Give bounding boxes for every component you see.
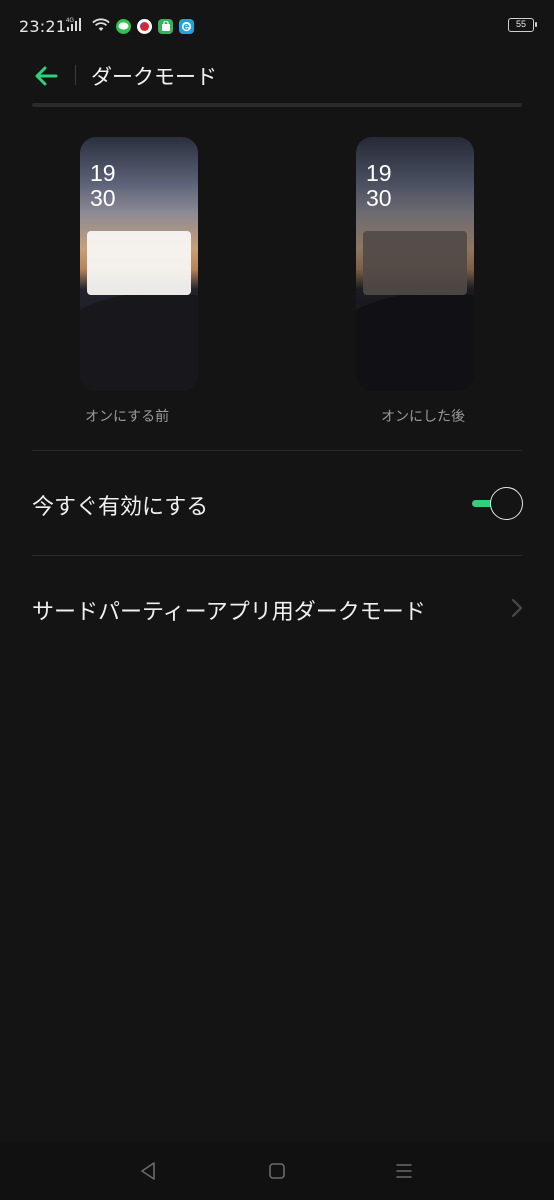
preview-hill (80, 292, 198, 391)
back-triangle-icon (141, 1162, 155, 1180)
header-divider (32, 103, 522, 107)
preview-before-minute: 30 (90, 185, 116, 211)
back-button[interactable] (28, 58, 64, 94)
menu-lines-icon (396, 1164, 412, 1178)
preview-after-caption: オンにした後 (381, 409, 465, 425)
enable-now-label: 今すぐ有効にする (32, 495, 209, 520)
network-type-text: 4G (66, 18, 74, 24)
preview-after-hour: 19 (366, 160, 392, 186)
preview-after-card (363, 231, 467, 295)
status-icons: 4G (66, 15, 194, 37)
status-time: 23:21 (19, 17, 67, 36)
e-app-icon (179, 18, 194, 34)
preview-after-minute: 30 (366, 185, 392, 211)
nav-back-button[interactable] (136, 1159, 160, 1183)
home-square-icon (269, 1163, 285, 1179)
signal-icon: 4G (66, 16, 86, 36)
arrow-left-icon (35, 66, 58, 86)
preview-after-clock: 19 30 (366, 161, 392, 211)
wifi-icon (92, 17, 110, 36)
nav-home-button[interactable] (265, 1159, 289, 1183)
line-icon (116, 18, 131, 34)
preview-hill (356, 292, 474, 391)
dark-mode-settings-screen: 23:21 4G 55 ダークモード 19 30 オンにする前 19 30 オン… (0, 0, 554, 1200)
third-party-label: サードパーティーアプリ用ダークモード (32, 600, 426, 625)
status-bar: 23:21 4G 55 (0, 0, 554, 52)
preview-before-hour: 19 (90, 160, 116, 186)
chevron-right-icon (511, 598, 523, 618)
preview-before-image: 19 30 (80, 137, 198, 391)
section-divider (32, 450, 522, 451)
nav-recents-button[interactable] (392, 1159, 416, 1183)
page-title: ダークモード (91, 65, 217, 89)
preview-after-image: 19 30 (356, 137, 474, 391)
toggle-knob (490, 487, 523, 520)
toolbar-divider (75, 65, 76, 85)
preview-before-clock: 19 30 (90, 161, 116, 211)
shopping-bag-icon (158, 18, 173, 34)
navigation-bar (0, 1142, 554, 1200)
preview-before-card (87, 231, 191, 295)
toolbar: ダークモード (0, 52, 554, 100)
row-divider (32, 555, 522, 556)
preview-before-caption: オンにする前 (85, 409, 170, 425)
enable-now-toggle[interactable] (470, 487, 524, 521)
dot-app-icon (137, 18, 152, 34)
battery-icon: 55 (508, 18, 537, 32)
